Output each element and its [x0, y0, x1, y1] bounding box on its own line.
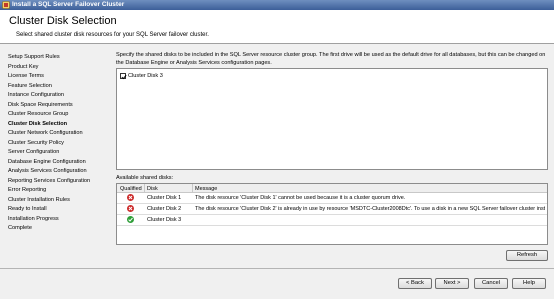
sidebar-item-cluster-network-configuration[interactable]: Cluster Network Configuration: [8, 130, 83, 137]
title-bar[interactable]: Install a SQL Server Failover Cluster: [0, 0, 554, 10]
main-panel: Specify the shared disks to be included …: [110, 45, 554, 269]
disk-message: The disk resource 'Cluster Disk 2' is al…: [195, 206, 545, 212]
help-button[interactable]: Help: [512, 278, 546, 289]
page-title: Cluster Disk Selection: [9, 15, 117, 27]
sidebar-item-complete[interactable]: Complete: [8, 225, 32, 232]
sidebar-item-cluster-disk-selection[interactable]: Cluster Disk Selection: [8, 121, 67, 128]
refresh-button[interactable]: Refresh: [506, 250, 548, 261]
list-item[interactable]: Cluster Disk 3: [120, 72, 163, 80]
instructions-text: Specify the shared disks to be included …: [116, 52, 546, 66]
sidebar-item-cluster-resource-group[interactable]: Cluster Resource Group: [8, 111, 68, 118]
installer-window: Install a SQL Server Failover Cluster Cl…: [0, 0, 554, 299]
sidebar-item-error-reporting[interactable]: Error Reporting: [8, 187, 46, 194]
back-button[interactable]: < Back: [398, 278, 432, 289]
sidebar-item-cluster-security-policy[interactable]: Cluster Security Policy: [8, 140, 64, 147]
error-icon: [127, 205, 134, 212]
sidebar-item-feature-selection[interactable]: Feature Selection: [8, 83, 52, 90]
disk-name: Cluster Disk 1: [147, 195, 182, 201]
sidebar-item-analysis-services-configuration[interactable]: Analysis Services Configuration: [8, 168, 87, 175]
disk-label: Cluster Disk 3: [128, 72, 163, 79]
sidebar-item-cluster-installation-rules[interactable]: Cluster Installation Rules: [8, 197, 70, 204]
sidebar-item-setup-support-rules[interactable]: Setup Support Rules: [8, 54, 60, 61]
wizard-footer: < Back Next > Cancel Help: [0, 268, 554, 299]
next-button[interactable]: Next >: [435, 278, 469, 289]
column-header-qualified[interactable]: Qualified: [120, 185, 144, 193]
disk-message: The disk resource 'Cluster Disk 1' canno…: [195, 195, 406, 201]
cancel-button[interactable]: Cancel: [474, 278, 508, 289]
page-header: Cluster Disk Selection Select shared clu…: [0, 10, 554, 44]
sql-server-setup-icon: [2, 1, 10, 9]
available-disks-label: Available shared disks:: [116, 175, 174, 181]
sidebar-item-installation-progress[interactable]: Installation Progress: [8, 216, 59, 223]
sidebar-item-reporting-services-configuration[interactable]: Reporting Services Configuration: [8, 178, 90, 185]
sidebar-item-database-engine-configuration[interactable]: Database Engine Configuration: [8, 159, 86, 166]
checkmark-icon: [121, 74, 127, 80]
table-row[interactable]: Cluster Disk 3: [117, 215, 547, 225]
row-divider: [117, 225, 547, 226]
column-header-message[interactable]: Message: [195, 185, 275, 193]
column-header-disk[interactable]: Disk: [147, 185, 192, 193]
page-subtitle: Select shared cluster disk resources for…: [16, 32, 209, 38]
error-icon: [127, 194, 134, 201]
sidebar-item-instance-configuration[interactable]: Instance Configuration: [8, 92, 64, 99]
table-row[interactable]: Cluster Disk 2 The disk resource 'Cluste…: [117, 204, 547, 214]
sidebar-item-license-terms[interactable]: License Terms: [8, 73, 44, 80]
sidebar-item-product-key[interactable]: Product Key: [8, 64, 38, 71]
selected-disks-list[interactable]: Cluster Disk 3: [116, 68, 548, 170]
disk-name: Cluster Disk 3: [147, 217, 182, 223]
available-disks-table: Qualified Disk Message Cluster Disk 1 Th…: [116, 183, 548, 245]
table-row[interactable]: Cluster Disk 1 The disk resource 'Cluste…: [117, 193, 547, 203]
cluster-disk-3-checkbox[interactable]: [120, 73, 127, 80]
sidebar-item-disk-space-requirements[interactable]: Disk Space Requirements: [8, 102, 73, 109]
sidebar-item-ready-to-install[interactable]: Ready to Install: [8, 206, 47, 213]
wizard-steps-sidebar: Setup Support Rules Product Key License …: [0, 45, 110, 261]
sidebar-item-server-configuration[interactable]: Server Configuration: [8, 149, 59, 156]
disk-name: Cluster Disk 2: [147, 206, 182, 212]
check-icon: [127, 216, 134, 223]
window-title: Install a SQL Server Failover Cluster: [12, 1, 125, 8]
